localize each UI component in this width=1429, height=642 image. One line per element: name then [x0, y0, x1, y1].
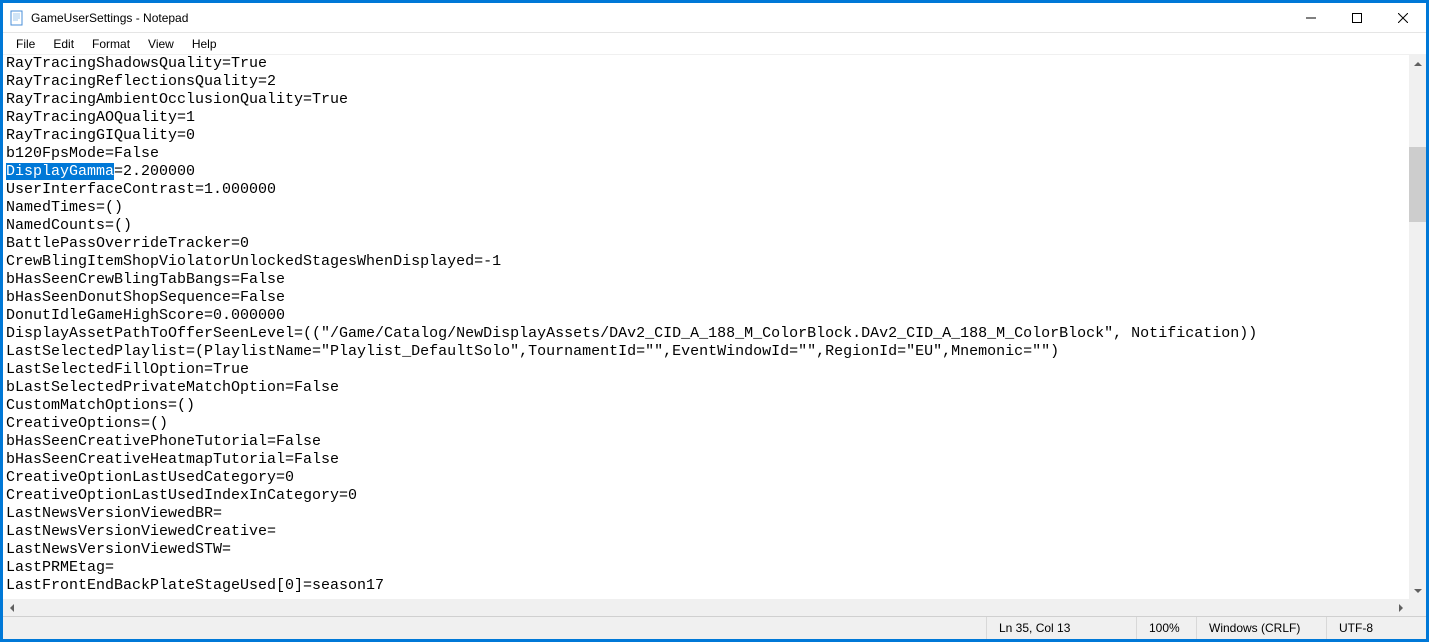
editor-line[interactable]: LastNewsVersionViewedSTW=: [6, 541, 1406, 559]
editor-line[interactable]: LastFrontEndBackPlateStageUsed[0]=season…: [6, 577, 1406, 595]
menu-edit[interactable]: Edit: [44, 35, 83, 53]
scroll-up-button[interactable]: [1409, 55, 1426, 72]
status-zoom: 100%: [1136, 617, 1196, 639]
vertical-scroll-track[interactable]: [1409, 72, 1426, 582]
editor-line[interactable]: LastPRMEtag=: [6, 559, 1406, 577]
text-editor[interactable]: RayTracingShadowsQuality=TrueRayTracingR…: [3, 55, 1409, 599]
menu-view[interactable]: View: [139, 35, 183, 53]
horizontal-scrollbar[interactable]: [3, 599, 1409, 616]
window-controls: [1288, 3, 1426, 32]
scroll-right-button[interactable]: [1392, 599, 1409, 616]
status-position: Ln 35, Col 13: [986, 617, 1136, 639]
editor-line[interactable]: bHasSeenDonutShopSequence=False: [6, 289, 1406, 307]
notepad-window: GameUserSettings - Notepad File Edit For…: [2, 2, 1427, 640]
editor-line[interactable]: DisplayAssetPathToOfferSeenLevel=(("/Gam…: [6, 325, 1406, 343]
editor-line[interactable]: b120FpsMode=False: [6, 145, 1406, 163]
editor-line[interactable]: RayTracingReflectionsQuality=2: [6, 73, 1406, 91]
menu-file[interactable]: File: [7, 35, 44, 53]
editor-line[interactable]: DonutIdleGameHighScore=0.000000: [6, 307, 1406, 325]
horizontal-scroll-track[interactable]: [20, 599, 1392, 616]
titlebar[interactable]: GameUserSettings - Notepad: [3, 3, 1426, 33]
editor-line[interactable]: bHasSeenCreativePhoneTutorial=False: [6, 433, 1406, 451]
menu-format[interactable]: Format: [83, 35, 139, 53]
editor-line[interactable]: UserInterfaceContrast=1.000000: [6, 181, 1406, 199]
editor-line[interactable]: LastSelectedPlaylist=(PlaylistName="Play…: [6, 343, 1406, 361]
notepad-icon: [9, 10, 25, 26]
scroll-down-button[interactable]: [1409, 582, 1426, 599]
scroll-left-button[interactable]: [3, 599, 20, 616]
editor-line[interactable]: CreativeOptionLastUsedIndexInCategory=0: [6, 487, 1406, 505]
scrollbar-corner: [1409, 599, 1426, 616]
content-area: RayTracingShadowsQuality=TrueRayTracingR…: [3, 55, 1426, 599]
window-title: GameUserSettings - Notepad: [31, 11, 1288, 25]
editor-line[interactable]: RayTracingGIQuality=0: [6, 127, 1406, 145]
status-line-ending: Windows (CRLF): [1196, 617, 1326, 639]
close-button[interactable]: [1380, 3, 1426, 32]
selected-text[interactable]: DisplayGamma: [6, 163, 114, 180]
editor-line[interactable]: LastSelectedFillOption=True: [6, 361, 1406, 379]
editor-line[interactable]: LastNewsVersionViewedCreative=: [6, 523, 1406, 541]
editor-line[interactable]: BattlePassOverrideTracker=0: [6, 235, 1406, 253]
editor-line[interactable]: CustomMatchOptions=(): [6, 397, 1406, 415]
maximize-button[interactable]: [1334, 3, 1380, 32]
editor-line[interactable]: RayTracingAOQuality=1: [6, 109, 1406, 127]
vertical-scroll-thumb[interactable]: [1409, 147, 1426, 222]
editor-line[interactable]: NamedTimes=(): [6, 199, 1406, 217]
status-encoding: UTF-8: [1326, 617, 1426, 639]
menubar: File Edit Format View Help: [3, 33, 1426, 55]
editor-line[interactable]: CreativeOptionLastUsedCategory=0: [6, 469, 1406, 487]
editor-line[interactable]: bHasSeenCreativeHeatmapTutorial=False: [6, 451, 1406, 469]
horizontal-scrollbar-row: [3, 599, 1426, 616]
menu-help[interactable]: Help: [183, 35, 226, 53]
editor-line[interactable]: LastNewsVersionViewedBR=: [6, 505, 1406, 523]
editor-line[interactable]: NamedCounts=(): [6, 217, 1406, 235]
editor-line[interactable]: bLastSelectedPrivateMatchOption=False: [6, 379, 1406, 397]
editor-line[interactable]: RayTracingShadowsQuality=True: [6, 55, 1406, 73]
editor-line[interactable]: CrewBlingItemShopViolatorUnlockedStagesW…: [6, 253, 1406, 271]
vertical-scrollbar[interactable]: [1409, 55, 1426, 599]
editor-line[interactable]: RayTracingAmbientOcclusionQuality=True: [6, 91, 1406, 109]
editor-line[interactable]: bHasSeenCrewBlingTabBangs=False: [6, 271, 1406, 289]
editor-line[interactable]: CreativeOptions=(): [6, 415, 1406, 433]
minimize-button[interactable]: [1288, 3, 1334, 32]
editor-line[interactable]: DisplayGamma=2.200000: [6, 163, 1406, 181]
statusbar: Ln 35, Col 13 100% Windows (CRLF) UTF-8: [3, 616, 1426, 639]
